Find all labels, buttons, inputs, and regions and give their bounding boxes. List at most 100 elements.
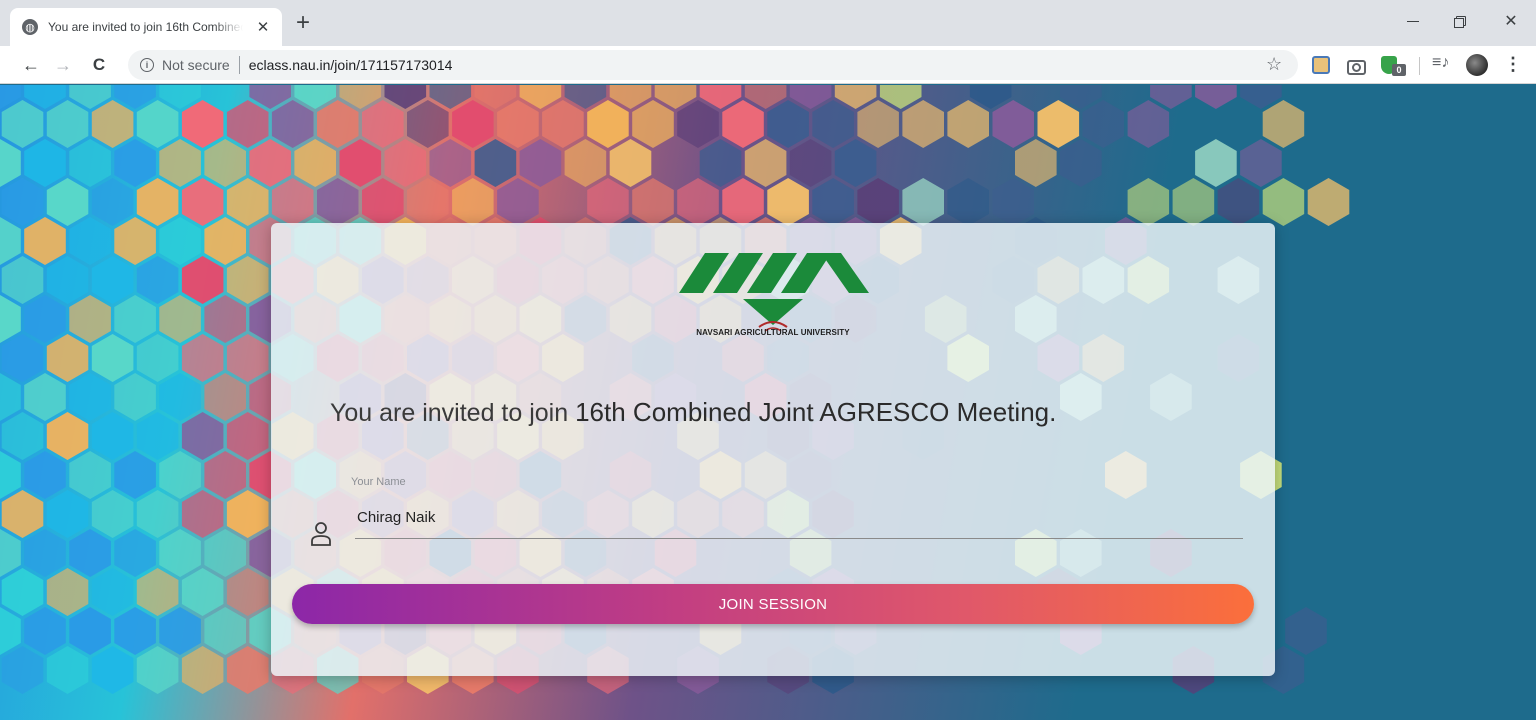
hexagon-tile xyxy=(1082,100,1125,148)
hexagon-tile xyxy=(226,568,269,616)
hexagon-tile xyxy=(339,139,382,187)
reload-icon[interactable]: C xyxy=(86,52,112,78)
hexagon-tile xyxy=(519,139,562,187)
info-icon[interactable]: i xyxy=(140,58,154,72)
logo-caption: NAVSARI AGRICULTURAL UNIVERSITY xyxy=(696,328,850,337)
avatar[interactable] xyxy=(1466,54,1488,76)
hexagon-tile xyxy=(136,256,179,304)
hexagon-tile xyxy=(114,451,156,499)
invite-prefix: You are invited to join xyxy=(330,399,576,427)
hexagon-tile xyxy=(249,139,291,187)
hexagon-tile xyxy=(429,139,472,187)
hexagon-tile xyxy=(226,412,269,460)
university-logo xyxy=(679,253,869,332)
hexagon-tile xyxy=(24,217,66,265)
browser-tab[interactable]: ◍ You are invited to join 16th Combined … xyxy=(10,8,282,46)
close-tab-icon[interactable]: ✕ xyxy=(254,18,272,36)
hexagon-tile xyxy=(181,100,224,148)
join-session-button[interactable]: JOIN SESSION xyxy=(292,584,1254,624)
hexagon-tile xyxy=(114,373,156,421)
hexagon-tile xyxy=(812,178,854,226)
hexagon-tile xyxy=(407,100,449,148)
hexagon-tile xyxy=(1,100,44,148)
hexagon-tile xyxy=(0,451,21,499)
hexagon-tile xyxy=(136,568,179,616)
hexagon-tile xyxy=(1127,100,1170,148)
star-icon[interactable]: ☆ xyxy=(1266,55,1282,73)
hexagon-tile xyxy=(587,178,629,226)
hexagon-tile xyxy=(317,100,359,148)
hexagon-tile xyxy=(1,178,44,226)
hexagon-tile xyxy=(91,568,134,616)
hexagon-tile xyxy=(857,178,899,226)
camera-icon[interactable] xyxy=(1346,56,1366,75)
hexagon-tile xyxy=(136,178,179,226)
hexagon-tile xyxy=(271,100,314,148)
hexagon-tile xyxy=(159,529,201,577)
hexagon-tile xyxy=(452,100,494,148)
address-bar[interactable]: i Not secure eclass.nau.in/join/17115717… xyxy=(128,50,1298,80)
hexagon-tile xyxy=(789,139,832,187)
hexagon-tile xyxy=(24,139,66,187)
hexagon-tile xyxy=(497,178,539,226)
new-tab-button[interactable]: + xyxy=(296,10,310,36)
hexagon-tile xyxy=(91,100,134,148)
hexagon-tile xyxy=(677,100,719,148)
hexagon-tile xyxy=(1217,178,1260,226)
hexagon-tile xyxy=(564,139,607,187)
hexagon-tile xyxy=(91,646,134,694)
minimize-button[interactable] xyxy=(1390,6,1436,36)
hexagon-tile xyxy=(46,334,89,382)
hexagon-tile xyxy=(1,490,44,538)
page-content: NAVSARI AGRICULTURAL UNIVERSITY You are … xyxy=(0,85,1536,720)
url-text[interactable]: eclass.nau.in/join/171157173014 xyxy=(249,57,453,73)
hexagon-tile xyxy=(1,412,44,460)
hexagon-tile xyxy=(181,334,224,382)
browser-toolbar: ← → C i Not secure eclass.nau.in/join/17… xyxy=(0,46,1536,84)
hexagon-tile xyxy=(46,490,89,538)
hexagon-tile xyxy=(46,412,89,460)
hexagon-tile xyxy=(204,607,246,655)
hexagon-tile xyxy=(181,178,224,226)
hexagon-tile xyxy=(1015,139,1057,187)
restore-button[interactable] xyxy=(1436,6,1482,36)
hexagon-tile xyxy=(24,373,66,421)
hexagon-tile xyxy=(46,256,89,304)
hexagon-tile xyxy=(159,139,201,187)
hexagon-tile xyxy=(384,139,427,187)
close-window-button[interactable]: ✕ xyxy=(1488,6,1534,36)
hexagon-tile xyxy=(857,100,899,148)
back-arrow-icon[interactable]: ← xyxy=(18,52,44,78)
hexagon-tile xyxy=(226,490,269,538)
hexagon-tile xyxy=(0,139,21,187)
hexagon-tile xyxy=(812,100,854,148)
hexagon-tile xyxy=(226,256,269,304)
extension-icon[interactable] xyxy=(1312,56,1330,74)
media-queue-icon[interactable]: ≡♪ xyxy=(1432,54,1449,72)
hexagon-tile xyxy=(1240,139,1282,187)
menu-icon[interactable]: ⋮ xyxy=(1504,54,1522,75)
hexagon-tile xyxy=(0,217,21,265)
hexagon-tile xyxy=(91,490,134,538)
hexagon-tile xyxy=(0,529,21,577)
security-label[interactable]: Not secure xyxy=(162,57,230,73)
hexagon-tile xyxy=(1172,178,1215,226)
hexagon-tile xyxy=(947,178,989,226)
hexagon-tile xyxy=(136,412,179,460)
hexagon-tile xyxy=(114,217,156,265)
hexagon-tile xyxy=(46,100,89,148)
hexagon-tile xyxy=(69,139,111,187)
hexagon-tile xyxy=(226,334,269,382)
tab-title: You are invited to join 16th Combined Jo… xyxy=(48,20,243,34)
forward-arrow-icon[interactable]: → xyxy=(50,52,76,78)
hexagon-tile xyxy=(204,217,246,265)
hexagon-tile xyxy=(46,568,89,616)
hexagon-tile xyxy=(834,139,877,187)
hexagon-tile xyxy=(1285,607,1327,655)
hexagon-tile xyxy=(24,529,66,577)
name-input[interactable] xyxy=(355,497,1243,539)
hexagon-tile xyxy=(226,178,269,226)
hexagon-tile xyxy=(204,451,246,499)
hexagon-tile xyxy=(474,139,517,187)
hexagon-tile xyxy=(24,607,66,655)
